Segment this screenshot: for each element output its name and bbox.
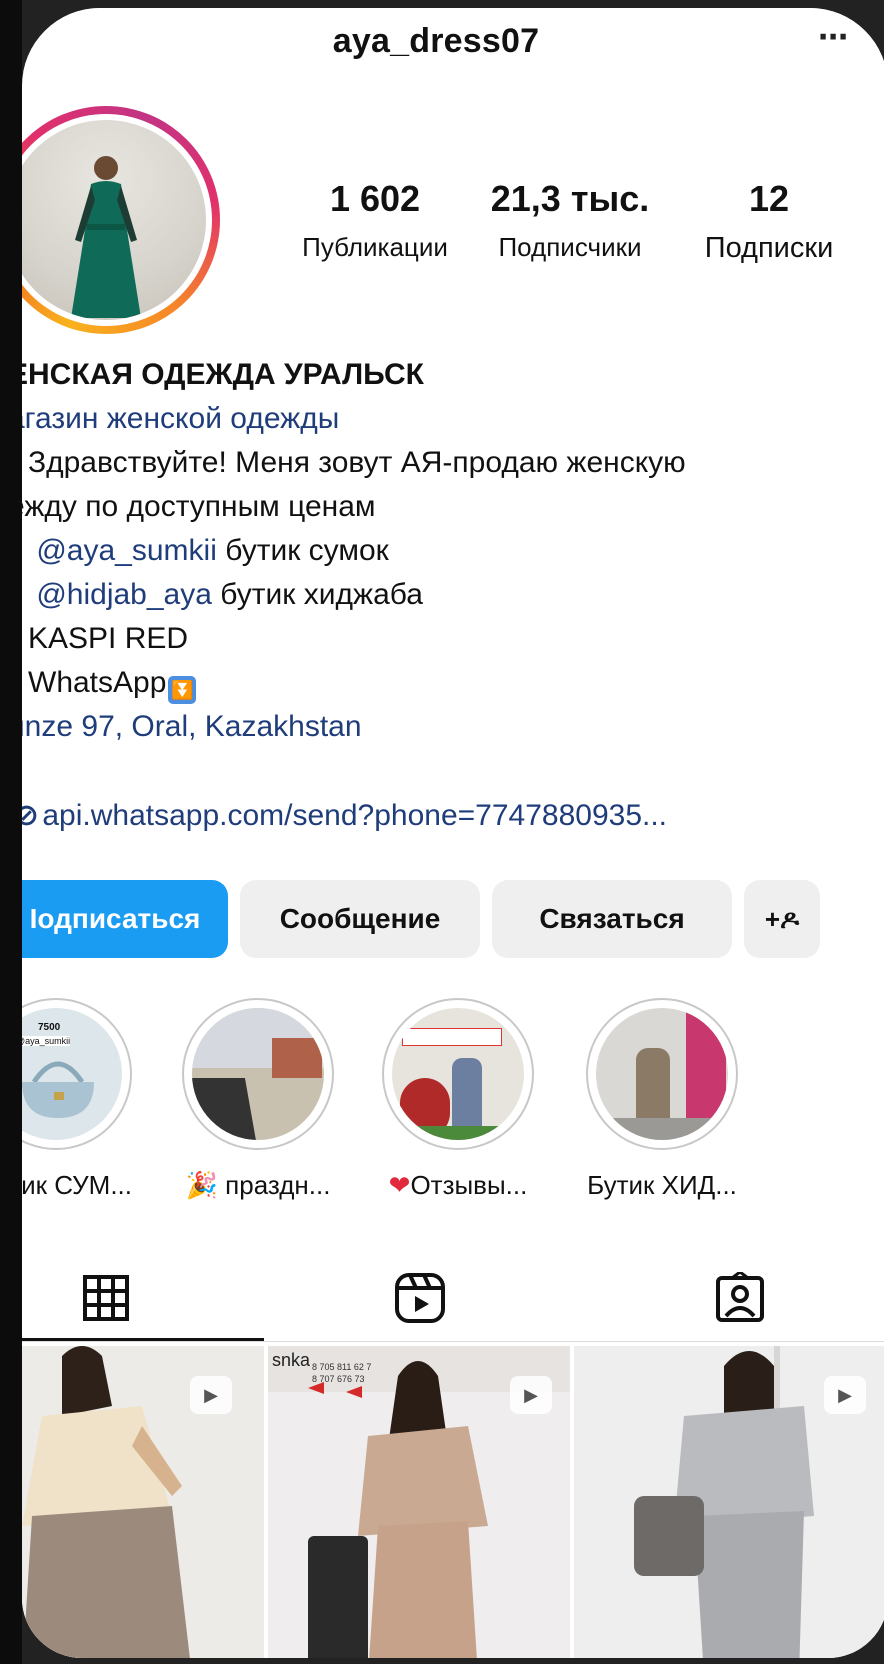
post-tile[interactable]: ▶: [574, 1346, 884, 1658]
mention-2-text: бутик хиджаба: [211, 578, 423, 611]
link-icon: ⊘: [22, 799, 40, 832]
top-bar: aya_dress07 ⋯: [22, 8, 884, 72]
svg-text:snka: snka: [272, 1350, 311, 1370]
bio-mention-1: @aya_sumkii бутик сумок: [22, 529, 884, 573]
followers-count: 21,3 тыс.: [490, 178, 650, 219]
left-edge: [0, 0, 22, 1664]
highlight-label: 🎉 праздн...: [185, 1170, 331, 1200]
stat-followers[interactable]: 21,3 тыс. Подписчики: [478, 178, 662, 263]
reel-icon: ▶: [510, 1376, 552, 1414]
profile-name: ЕНСКАЯ ОДЕЖДА УРАЛЬСК: [22, 358, 424, 391]
bio-kaspi: KASPI RED: [22, 617, 884, 661]
mention-1-text: бутик сумок: [216, 534, 389, 567]
profile-screen: aya_dress07 ⋯ 1 602 Публикации 21,3 тыс.: [22, 8, 884, 1658]
posts-grid: ▶ snka 8 705 811 62 7 8 707 676 73 ▶ ▶: [22, 1346, 884, 1658]
profile-tabs: [22, 1264, 884, 1344]
party-popper-icon: 🎉: [185, 1170, 218, 1200]
tagged-icon[interactable]: [714, 1272, 766, 1324]
posts-label: Публикации: [302, 232, 448, 262]
profile-link-text: api.whatsapp.com/send?phone=7747880935..…: [42, 799, 668, 832]
following-label: Подписки: [704, 232, 834, 264]
highlight-label: Бутик ХИД...: [587, 1170, 737, 1200]
posts-count: 1 602: [329, 178, 421, 219]
svg-text:8 705 811 62 7: 8 705 811 62 7: [312, 1362, 371, 1372]
avatar-story-ring[interactable]: [22, 106, 220, 334]
highlight-reviews[interactable]: ❤Отзывы...: [382, 998, 534, 1201]
avatar: [22, 120, 206, 320]
highlight-badge: 7500: [38, 1022, 61, 1033]
profile-address[interactable]: unze 97, Oral, Kazakhstan: [22, 705, 884, 749]
bag-image: [22, 1061, 94, 1118]
reels-icon[interactable]: [394, 1272, 446, 1324]
svg-text:8 707 676 73: 8 707 676 73: [312, 1374, 365, 1384]
grid-icon[interactable]: [82, 1274, 130, 1322]
contact-button[interactable]: Связаться: [492, 880, 732, 958]
highlight-label: ик СУМ...: [22, 1170, 132, 1200]
highlight-handle: @aya_sumkii: [22, 1036, 71, 1046]
profile-username: aya_dress07: [332, 22, 540, 60]
mention-hidjab-aya[interactable]: @hidjab_aya: [36, 578, 212, 611]
more-dots-icon[interactable]: ⋯: [818, 20, 848, 55]
highlight-bags[interactable]: 7500 @aya_sumkii ик СУМ...: [22, 998, 132, 1201]
add-user-icon[interactable]: +ዶ: [744, 880, 820, 958]
follow-button[interactable]: Іодписаться: [22, 880, 228, 958]
reel-icon: ▶: [824, 1376, 866, 1414]
mention-aya-sumkii[interactable]: @aya_sumkii: [36, 534, 217, 567]
profile-link[interactable]: ⊘ api.whatsapp.com/send?phone=7747880935…: [22, 798, 667, 833]
bio-line-2: ежду по доступным ценам: [22, 490, 376, 523]
following-count: 12: [748, 178, 790, 219]
followers-label: Подписчики: [498, 232, 642, 262]
highlight-holiday[interactable]: 🎉 праздн...: [182, 998, 334, 1201]
whatsapp-text: WhatsApp: [28, 666, 167, 699]
message-button[interactable]: Сообщение: [240, 880, 480, 958]
red-heart-icon: ❤: [388, 1170, 411, 1200]
highlight-label: ❤Отзывы...: [388, 1170, 528, 1200]
kaspi-text: KASPI RED: [28, 622, 189, 655]
post-tile[interactable]: ▶: [22, 1346, 264, 1658]
bio-whatsapp: WhatsApp ⏬: [22, 661, 884, 705]
reel-icon: ▶: [190, 1376, 232, 1414]
avatar-dress-figure: [71, 156, 141, 318]
stat-posts[interactable]: 1 602 Публикации: [280, 178, 470, 263]
bio-line-1: Здравствуйте! Меня зовут АЯ-продаю женск…: [22, 441, 884, 485]
down-arrow-icon: ⏬: [168, 676, 197, 704]
tabs-divider: [22, 1341, 884, 1342]
highlight-hijab[interactable]: Бутик ХИД...: [586, 998, 738, 1201]
profile-category[interactable]: агазин женской одежды: [22, 397, 884, 441]
stat-following[interactable]: 12 Подписки: [674, 178, 864, 265]
post-tile[interactable]: snka 8 705 811 62 7 8 707 676 73 ▶: [268, 1346, 570, 1658]
profile-bio: ЕНСКАЯ ОДЕЖДА УРАЛЬСК агазин женской оде…: [22, 353, 884, 749]
bio-line-1-text: Здравствуйте! Меня зовут АЯ-продаю женск…: [28, 446, 686, 479]
bio-mention-2: @hidjab_aya бутик хиджаба: [22, 573, 884, 617]
